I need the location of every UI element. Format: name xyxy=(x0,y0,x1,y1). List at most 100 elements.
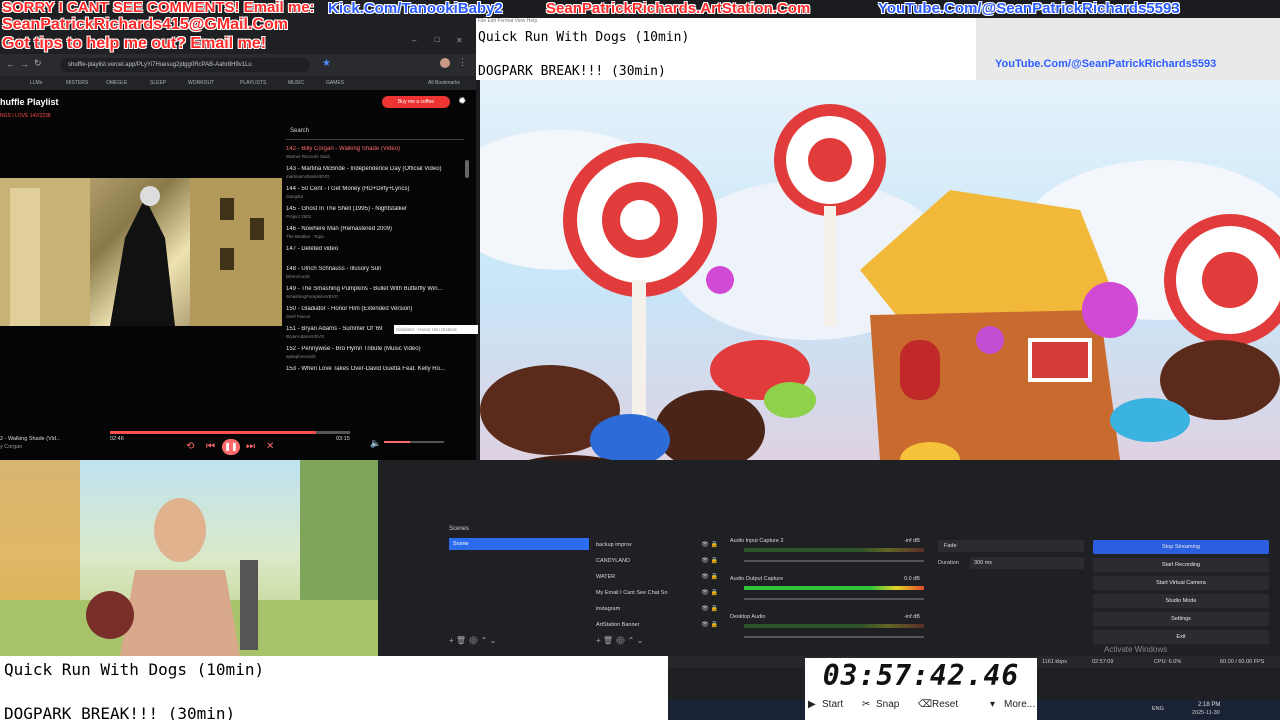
volume-fill xyxy=(384,441,410,443)
volume-fader[interactable] xyxy=(744,560,924,562)
scene-item-selected[interactable]: Scene xyxy=(449,538,589,550)
reload-icon[interactable]: ↻ xyxy=(34,58,42,69)
mixer-channel-db: 0.0 dB xyxy=(904,576,920,582)
song-item[interactable]: 143 - Martina McBride - Independence Day… xyxy=(286,166,462,186)
source-item[interactable]: instagram 👁 🔒 xyxy=(596,602,726,616)
source-item[interactable]: WATER 👁 🔒 xyxy=(596,570,726,584)
menu-dots-icon[interactable]: ⋮ xyxy=(458,57,467,68)
bookmark-omegle[interactable]: OMEGLE xyxy=(106,76,127,90)
banner-artstation: SeanPatrickRichards.ArtStation.Com xyxy=(546,0,811,17)
source-toolbar[interactable]: + 🗑 ⚙ ⌃ ⌄ xyxy=(596,636,643,645)
notepad-menu[interactable]: File Edit Format View Help xyxy=(478,18,537,24)
mixer-channel-db: -inf dB xyxy=(904,614,920,620)
volume-icon[interactable]: 🔈 xyxy=(370,438,381,449)
visibility-lock-icon[interactable]: 👁 🔒 xyxy=(701,570,718,584)
song-item[interactable]: 144 - 50 Cent - I Get Money (HD+Dirty+Ly… xyxy=(286,186,462,206)
volume-fader[interactable] xyxy=(744,598,924,600)
pause-button[interactable]: ❚❚ xyxy=(222,439,240,455)
source-label: CANDYLAND xyxy=(596,558,630,564)
note-line-2: DOGPARK BREAK!!! (30min) xyxy=(478,64,666,79)
snap-icon: ✂ xyxy=(862,699,871,710)
previous-icon[interactable]: ⏮ xyxy=(206,441,215,452)
stopwatch-display: 03:57:42.46 xyxy=(822,659,1020,692)
clock-time[interactable]: 2:18 PM xyxy=(1198,702,1220,708)
bookmark-games[interactable]: GAMES xyxy=(326,76,344,90)
bookmark-sleep[interactable]: SLEEP xyxy=(150,76,166,90)
visibility-lock-icon[interactable]: 👁 🔒 xyxy=(701,554,718,568)
video-player[interactable] xyxy=(0,178,282,326)
shuffle-icon[interactable]: ✕ xyxy=(266,441,274,452)
song-item[interactable]: 142 - Billy Corgan - Walking Shade (Vide… xyxy=(286,146,462,166)
audio-meter xyxy=(744,586,924,590)
start-button[interactable]: Start xyxy=(822,699,843,710)
start-recording-button[interactable]: Start Recording xyxy=(1093,558,1269,572)
song-item[interactable]: 148 - Ulrich Schnauss - Illusory Sun blim… xyxy=(286,266,462,286)
studio-mode-button[interactable]: Studio Mode xyxy=(1093,594,1269,608)
next-icon[interactable]: ⏭ xyxy=(246,441,255,452)
minimize-icon[interactable]: – xyxy=(412,36,416,45)
song-item[interactable]: 153 - When Love Takes Over-David Guetta … xyxy=(286,366,462,376)
repeat-icon[interactable]: ⟲ xyxy=(186,441,194,452)
bookmark-misters[interactable]: MISTERS xyxy=(66,76,88,90)
maximize-icon[interactable]: ☐ xyxy=(434,36,440,44)
mixer-channel-db: -inf dB xyxy=(904,538,920,544)
visibility-lock-icon[interactable]: 👁 🔒 xyxy=(701,586,718,600)
forward-icon[interactable]: → xyxy=(20,59,29,69)
song-item[interactable]: 149 - The Smashing Pumpkins - Bullet Wit… xyxy=(286,286,462,306)
song-artist: Geril Flacon xyxy=(286,314,311,319)
bookmark-workout[interactable]: WORKOUT xyxy=(188,76,214,90)
song-artist: Gangsta xyxy=(286,194,304,199)
desktop: ← → ↻ shuffle-playlist.vercel.app/PLyYi7… xyxy=(0,0,1280,720)
language-indicator[interactable]: ENG xyxy=(1152,706,1164,712)
status-kbps: 1161 kbps xyxy=(1042,659,1067,665)
scrollbar[interactable] xyxy=(465,160,469,178)
banner-sorry: SORRY I CANT SEE COMMENTS! Email me: xyxy=(2,0,315,16)
exit-button[interactable]: Exit xyxy=(1093,630,1269,644)
bookmark-playlists[interactable]: PLAYLISTS xyxy=(240,76,266,90)
song-item[interactable]: 147 - Deleted video xyxy=(286,246,462,266)
source-item[interactable]: ArtStation Banner 👁 🔒 xyxy=(596,618,726,632)
song-item[interactable]: 150 - Gladiator - Honor Him (Extended Ve… xyxy=(286,306,462,326)
source-item[interactable]: My Email I Cant See Chat So 👁 🔒 xyxy=(596,586,726,600)
theme-sun-icon[interactable]: ✹ xyxy=(458,96,466,107)
clock-date[interactable]: 2025-11-30 xyxy=(1192,710,1220,716)
source-item[interactable]: CANDYLAND 👁 🔒 xyxy=(596,554,726,568)
bookmark-music[interactable]: MUSIC xyxy=(288,76,304,90)
back-icon[interactable]: ← xyxy=(6,59,15,69)
notepad-window-bottom: Quick Run With Dogs (10min) DOGPARK BREA… xyxy=(0,656,668,720)
close-icon[interactable]: ✕ xyxy=(456,36,463,45)
now-playing-title: 2 - Walking Shade (Vid... xyxy=(0,436,61,442)
song-title: 150 - Gladiator - Honor Him (Extended Ve… xyxy=(286,306,413,312)
source-item[interactable]: backup improv 👁 🔒 xyxy=(596,538,726,552)
source-label: My Email I Cant See Chat So xyxy=(596,590,668,596)
volume-fader[interactable] xyxy=(744,636,924,638)
stop-streaming-button[interactable]: Stop Streaming xyxy=(1093,540,1269,554)
bookmark-llms[interactable]: LLMs xyxy=(30,76,42,90)
banner-email: SeanPatrickRichards415@GMail.Com xyxy=(2,16,288,33)
song-item[interactable]: 152 - Pennywise - Bro Hymn Tribute (Musi… xyxy=(286,346,462,366)
reset-button[interactable]: Reset xyxy=(932,699,958,710)
url-input[interactable]: shuffle-playlist.vercel.app/PLyYi7Huesug… xyxy=(60,58,310,72)
song-artist: Project 2501 xyxy=(286,214,312,219)
transition-select[interactable]: Fade xyxy=(938,540,1084,552)
scenes-header: Scenes xyxy=(449,526,470,532)
visibility-lock-icon[interactable]: 👁 🔒 xyxy=(701,538,718,552)
search-label[interactable]: Search xyxy=(290,128,309,134)
snap-button[interactable]: Snap xyxy=(876,699,899,710)
song-item[interactable]: 145 - Ghost In The Shell (1995) - Nights… xyxy=(286,206,462,226)
song-item[interactable]: 146 - Nowhere Man (Remastered 2009) The B… xyxy=(286,226,462,246)
settings-button[interactable]: Settings xyxy=(1093,612,1269,626)
scene-add-icon[interactable]: + 🗑 ⚙ ⌃ ⌄ xyxy=(449,636,496,645)
mixer-channel-label: Desktop Audio xyxy=(730,614,766,620)
bookmark-star-icon[interactable]: ★ xyxy=(322,58,331,69)
start-virtual-camera-button[interactable]: Start Virtual Camera xyxy=(1093,576,1269,590)
more-button[interactable]: More... xyxy=(1004,699,1035,710)
profile-avatar[interactable] xyxy=(440,58,450,68)
bookmark-all[interactable]: All Bookmarks xyxy=(428,76,460,90)
visibility-lock-icon[interactable]: 👁 🔒 xyxy=(701,618,718,632)
song-title: 144 - 50 Cent - I Get Money (HD+Dirty+Ly… xyxy=(286,186,410,192)
visibility-lock-icon[interactable]: 👁 🔒 xyxy=(701,602,718,616)
buy-coffee-button[interactable]: Buy me a coffee xyxy=(382,96,450,108)
background-window xyxy=(976,18,1280,80)
duration-input[interactable]: 300 ms xyxy=(970,557,1084,569)
